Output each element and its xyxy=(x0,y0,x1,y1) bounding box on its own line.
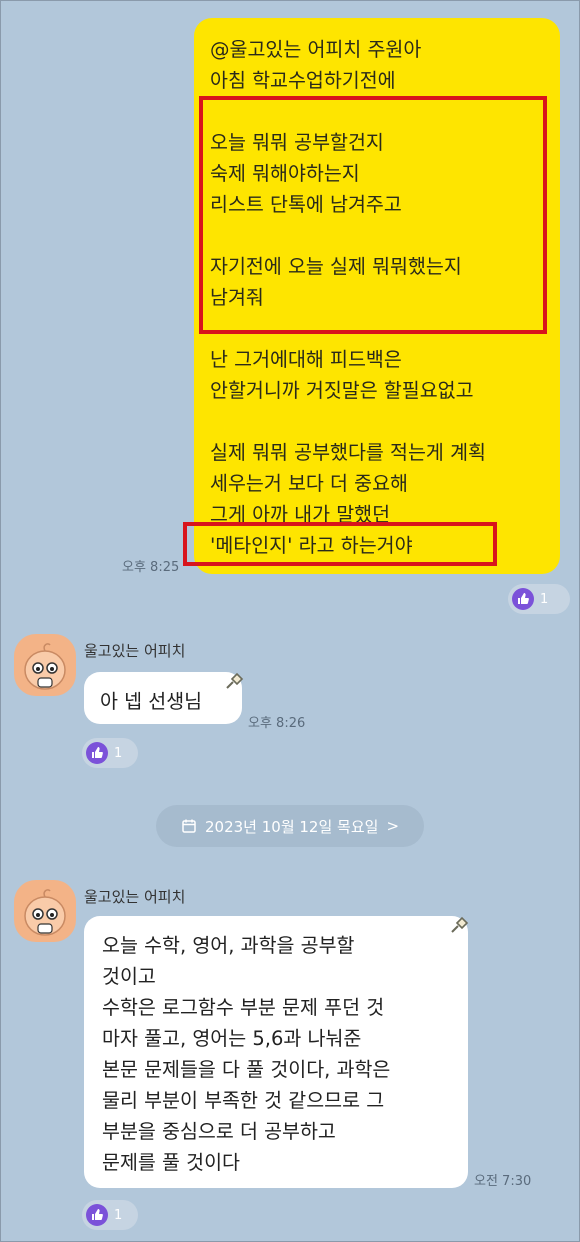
message-time: 오후 8:25 xyxy=(122,560,180,575)
thumbs-up-icon xyxy=(86,742,108,764)
message-line: 오늘 수학, 영어, 과학을 공부할 xyxy=(102,934,355,957)
thumbs-up-icon xyxy=(512,588,534,610)
message-line: 물리 부분이 부족한 것 같으므로 그 xyxy=(102,1089,385,1112)
sender-name: 울고있는 어피치 xyxy=(84,888,186,906)
avatar-apeach xyxy=(24,643,66,690)
highlight-box-metacognition xyxy=(183,522,497,566)
message-line: 마자 풀고, 영어는 5,6과 나눠준 xyxy=(102,1027,362,1050)
reaction-badge[interactable]: 1 xyxy=(508,584,570,614)
message-line: 본문 문제들을 다 풀 것이다, 과학은 xyxy=(102,1058,391,1081)
message-line: 실제 뭐뭐 공부했다를 적는게 계획 xyxy=(210,441,486,464)
message-line: 부분을 중심으로 더 공부하고 xyxy=(102,1120,336,1143)
reaction-count: 1 xyxy=(114,1207,123,1223)
avatar[interactable] xyxy=(14,634,76,696)
message-line: @울고있는 어피치 주원아 xyxy=(210,38,422,61)
date-divider[interactable]: 2023년 10월 12일 목요일 > xyxy=(156,805,424,847)
calendar-icon xyxy=(182,819,196,833)
message-line: 아침 학교수업하기전에 xyxy=(210,69,396,92)
reaction-badge[interactable]: 1 xyxy=(82,738,138,768)
chevron-right-icon: > xyxy=(386,817,400,835)
message-line: 수학은 로그함수 부분 문제 푸던 것 xyxy=(102,996,385,1019)
reaction-count: 1 xyxy=(540,591,549,607)
reply-time: 오후 8:26 xyxy=(248,716,306,731)
date-label: 2023년 10월 12일 목요일 xyxy=(204,817,379,836)
plan-message-bubble[interactable]: 오늘 수학, 영어, 과학을 공부할 것이고 수학은 로그함수 부분 문제 푸던… xyxy=(84,916,468,1188)
message-line: 세우는거 보다 더 중요해 xyxy=(210,472,408,495)
plan-message-time: 오전 7:30 xyxy=(474,1174,532,1189)
reply-bubble[interactable]: 아 넵 선생님 xyxy=(84,672,242,724)
reply-text: 아 넵 선생님 xyxy=(100,690,203,713)
avatar-apeach xyxy=(24,889,66,936)
pin-icon xyxy=(451,916,469,933)
message-line: 안할거니까 거짓말은 할필요없고 xyxy=(210,379,474,402)
pin-icon xyxy=(226,672,244,689)
reaction-count: 1 xyxy=(114,745,123,761)
message-line: 문제를 풀 것이다 xyxy=(102,1151,240,1174)
highlight-box-homework xyxy=(199,96,547,334)
reaction-badge[interactable]: 1 xyxy=(82,1200,138,1230)
message-line: 것이고 xyxy=(102,965,156,988)
thumbs-up-icon xyxy=(86,1204,108,1226)
sender-name: 울고있는 어피치 xyxy=(84,642,186,660)
message-line: 난 그거에대해 피드백은 xyxy=(210,348,402,371)
avatar[interactable] xyxy=(14,880,76,942)
